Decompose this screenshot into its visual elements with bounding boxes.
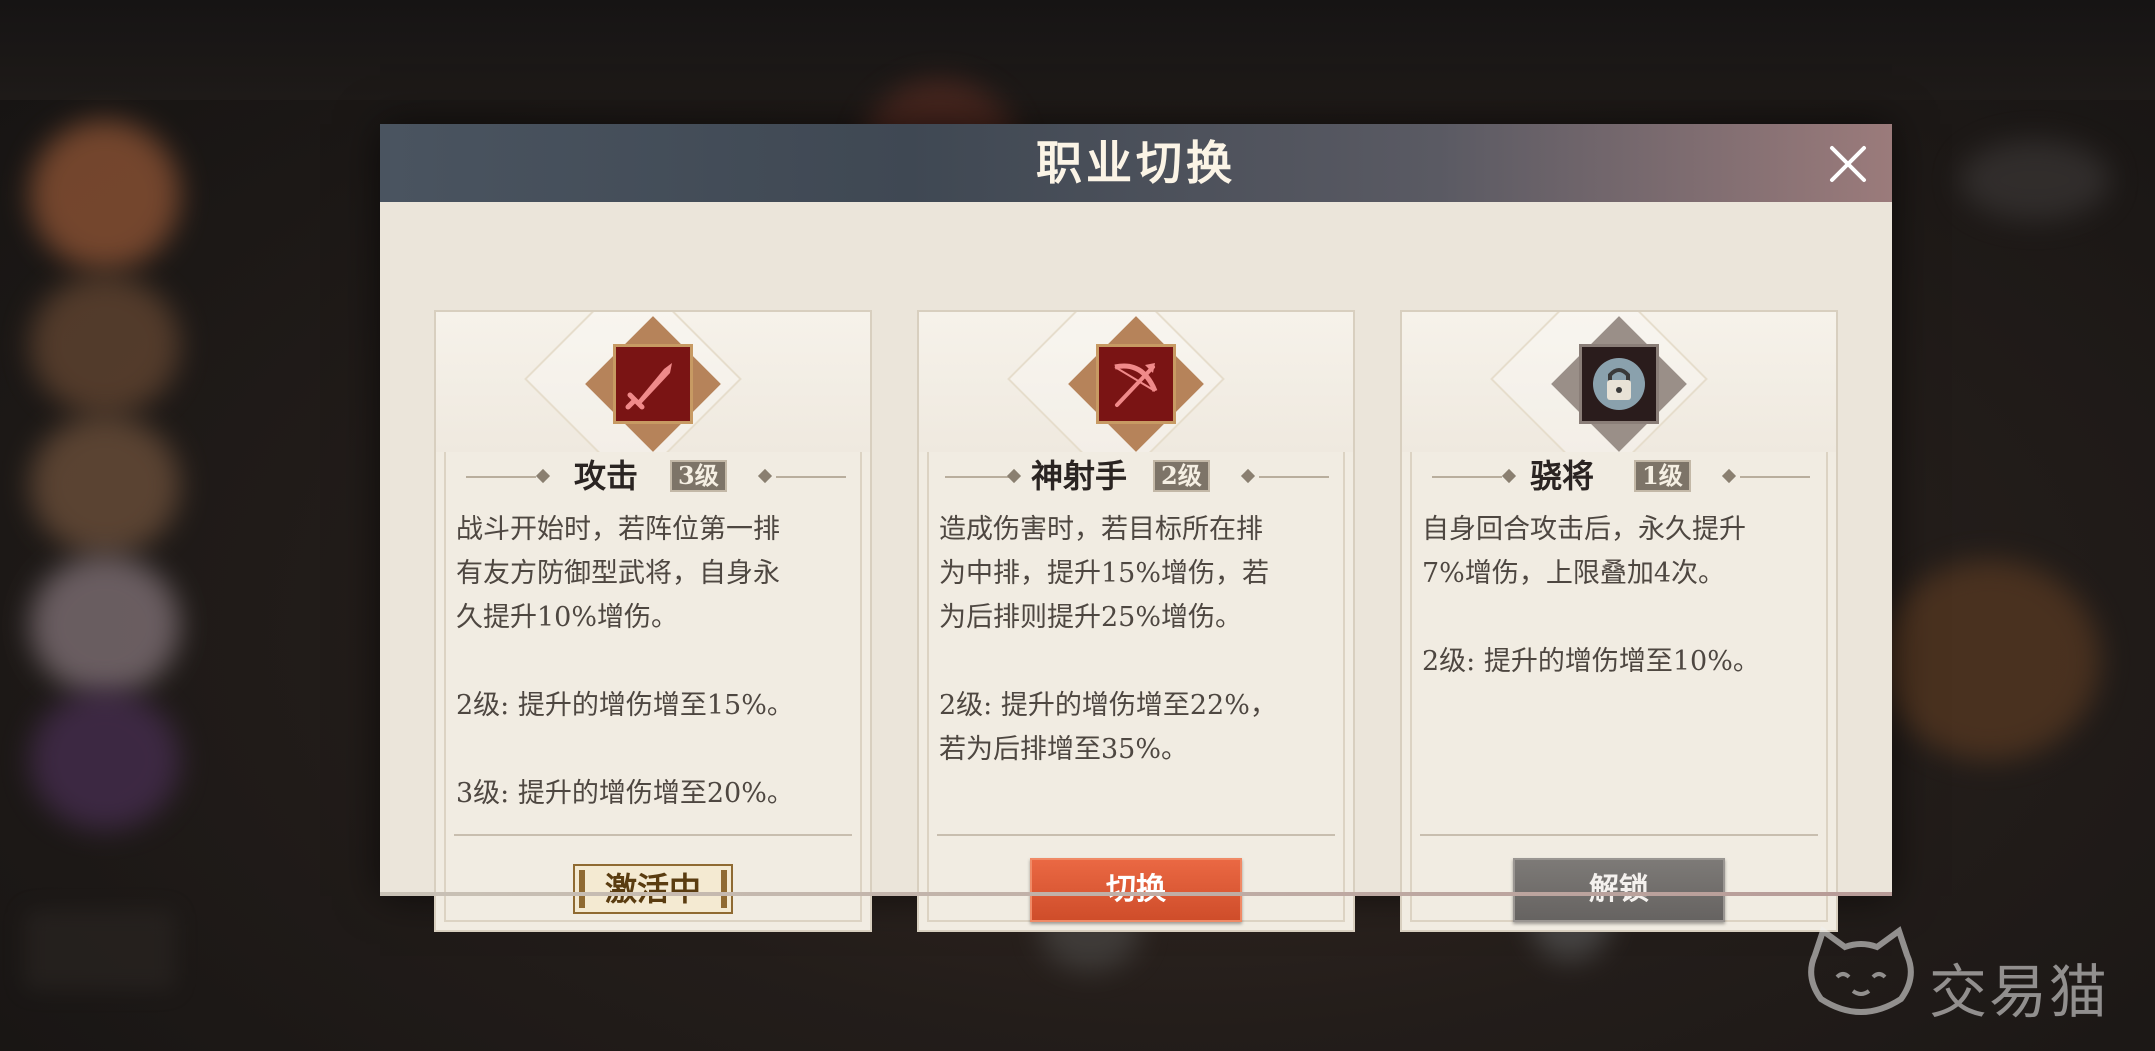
- class-name: 神射手: [1031, 457, 1128, 495]
- dialog-body: 攻击 3级 战斗开始时，若阵位第一排 有友方防御型武将，自身永 久提升10%增伤…: [380, 202, 1892, 932]
- class-card-marksman: 神射手 2级 造成伤害时，若目标所在排 为中排，提升15%增伤，若 为后排则提升…: [917, 310, 1355, 932]
- class-icon-frame: [1068, 316, 1204, 452]
- active-status-tag: 激活中: [573, 864, 733, 914]
- cat-face-icon: [1808, 926, 1914, 1015]
- watermark: 交易猫: [1801, 925, 2131, 1026]
- class-card-valiant-general: 骁将 1级 自身回合攻击后，永久提升 7%增伤，上限叠加4次。 2级: 提升的增…: [1400, 310, 1838, 932]
- divider-line: [1740, 476, 1810, 478]
- class-icon-frame: [1551, 316, 1687, 452]
- close-button[interactable]: [1824, 140, 1872, 188]
- card-divider: [937, 834, 1335, 836]
- divider-dot: [1006, 468, 1022, 484]
- class-name-row: 攻击 3级: [436, 452, 870, 502]
- background-hero-avatar: [30, 690, 180, 830]
- background-hero-avatar: [30, 415, 180, 555]
- close-icon: [1830, 146, 1866, 182]
- background-hero-avatar: [30, 275, 180, 415]
- divider-line: [776, 476, 846, 478]
- level-badge: 3级: [670, 460, 727, 492]
- bow-icon: [1096, 344, 1176, 424]
- divider-dot: [1501, 468, 1517, 484]
- class-description: 造成伤害时，若目标所在排 为中排，提升15%增伤，若 为后排则提升25%增伤。 …: [939, 514, 1277, 765]
- class-name: 骁将: [1530, 457, 1595, 495]
- class-description: 自身回合攻击后，永久提升 7%增伤，上限叠加4次。 2级: 提升的增伤增至10%…: [1422, 514, 1760, 677]
- divider-line: [1259, 476, 1329, 478]
- class-description: 战斗开始时，若阵位第一排 有友方防御型武将，自身永 久提升10%增伤。 2级: …: [456, 514, 794, 809]
- background-item: [1960, 140, 2110, 220]
- class-name-row: 骁将 1级: [1402, 452, 1836, 502]
- background-side-button: [25, 910, 175, 990]
- lock-icon: [1579, 344, 1659, 424]
- background-top-bar: [0, 0, 2155, 100]
- divider-dot: [535, 468, 551, 484]
- class-card-attack: 攻击 3级 战斗开始时，若阵位第一排 有友方防御型武将，自身永 久提升10%增伤…: [434, 310, 872, 932]
- divider-line: [466, 476, 536, 478]
- divider-dot: [1721, 468, 1737, 484]
- switch-button[interactable]: 切换: [1030, 858, 1242, 922]
- level-badge: 1级: [1634, 460, 1691, 492]
- level-badge: 2级: [1153, 460, 1210, 492]
- dialog-bottom-border: [380, 892, 1892, 896]
- card-divider: [1420, 834, 1818, 836]
- watermark-text: 交易猫: [1929, 958, 2110, 1026]
- class-switch-dialog: 职业切换 攻击 3级 战斗开始时，若阵位第一排 有友方防御型武将，自身永 久提升…: [380, 124, 1892, 932]
- divider-dot: [1240, 468, 1256, 484]
- sword-icon: [613, 344, 693, 424]
- dialog-title: 职业切换: [1036, 136, 1236, 190]
- divider-line: [945, 476, 1015, 478]
- divider-dot: [757, 468, 773, 484]
- card-divider: [454, 834, 852, 836]
- background-hero-avatar: [30, 555, 180, 695]
- dialog-header: 职业切换: [380, 124, 1892, 202]
- background-hero-avatar: [30, 120, 180, 270]
- unlock-button[interactable]: 解锁: [1513, 858, 1725, 922]
- divider-line: [1432, 476, 1502, 478]
- class-name: 攻击: [574, 457, 639, 495]
- class-icon-frame: [585, 316, 721, 452]
- background-item: [1880, 560, 2100, 760]
- class-name-row: 神射手 2级: [919, 452, 1353, 502]
